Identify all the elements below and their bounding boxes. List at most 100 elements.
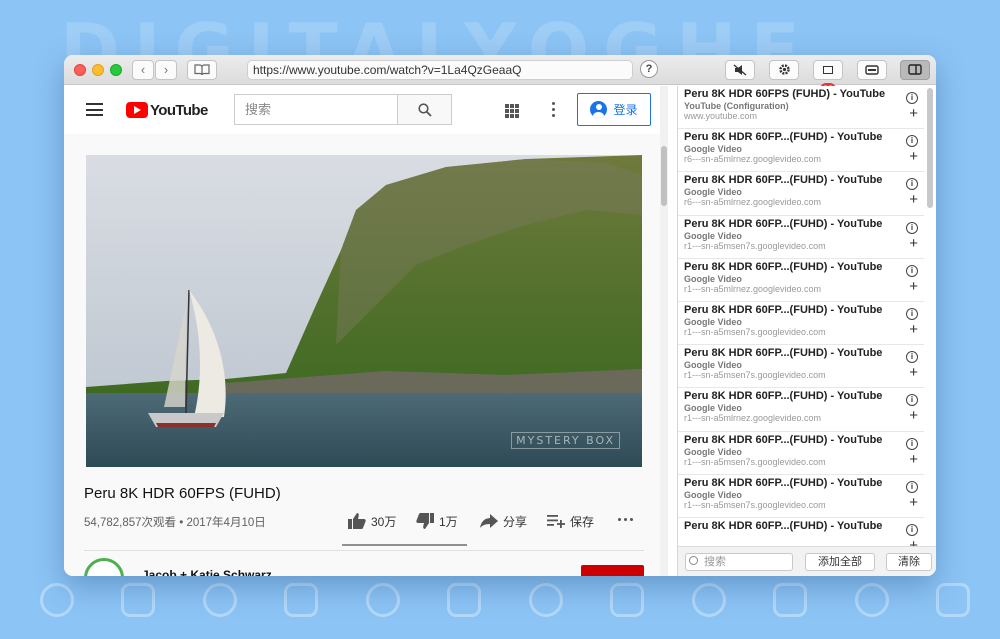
media-item-host: r1---sn-a5msen7s.googlevideo.com (684, 499, 826, 510)
subscribe-button[interactable] (581, 565, 644, 576)
save-playlist-icon (547, 515, 565, 528)
channel-avatar[interactable] (84, 558, 124, 576)
info-icon[interactable]: i (906, 221, 918, 234)
media-item-title: Peru 8K HDR 60FP...(FUHD) - YouTube (684, 519, 883, 532)
media-item-host: r1---sn-a5mlrnez.googlevideo.com (684, 413, 822, 424)
dislike-button[interactable]: 1万 (416, 510, 458, 532)
like-button[interactable]: 30万 (348, 510, 396, 532)
media-list-scrollbar[interactable] (925, 88, 935, 544)
reader-button[interactable] (187, 60, 217, 80)
add-icon[interactable]: + (909, 279, 918, 294)
add-icon[interactable]: + (909, 538, 918, 546)
media-item-source: Google Video (684, 446, 742, 457)
media-item-source: Google Video (684, 187, 742, 198)
media-list-item[interactable]: Peru 8K HDR 60FP...(FUHD) - YouTube Googl… (678, 129, 924, 173)
media-list[interactable]: Peru 8K HDR 60FPS (FUHD) - YouTube YouTub… (678, 86, 924, 546)
add-icon[interactable]: + (909, 365, 918, 380)
book-icon (194, 64, 210, 76)
save-button[interactable]: 保存 (547, 510, 594, 532)
search-icon (689, 556, 698, 565)
like-icon (348, 513, 366, 529)
settings-button[interactable] (769, 60, 799, 80)
dislike-count: 1万 (439, 514, 458, 529)
media-item-host: r1---sn-a5msen7s.googlevideo.com (684, 370, 826, 381)
add-icon[interactable]: + (909, 408, 918, 423)
minimize-window-button[interactable] (92, 64, 104, 76)
media-item-source: Google Video (684, 273, 742, 284)
add-icon[interactable]: + (909, 236, 918, 251)
add-icon[interactable]: + (909, 452, 918, 467)
background-decor-icons (40, 575, 970, 625)
page-scrollbar[interactable] (660, 86, 668, 576)
media-list-item[interactable]: Peru 8K HDR 60FP...(FUHD) - YouTube Googl… (678, 216, 924, 259)
media-item-title: Peru 8K HDR 60FPS (FUHD) - YouTube (684, 88, 886, 100)
window-button[interactable] (857, 60, 887, 80)
add-icon[interactable]: + (909, 149, 918, 164)
chevron-right-icon: › (163, 62, 169, 77)
media-item-source: Google Video (684, 230, 742, 241)
search-button[interactable] (397, 94, 452, 125)
media-panel: Peru 8K HDR 60FPS (FUHD) - YouTube YouTub… (677, 86, 936, 576)
search-icon (418, 103, 432, 117)
media-item-title: Peru 8K HDR 60FP...(FUHD) - YouTube (684, 217, 883, 230)
zoom-window-button[interactable] (110, 64, 122, 76)
sentiment-bar (342, 544, 467, 546)
media-list-item[interactable]: Peru 8K HDR 60FP...(FUHD) - YouTube Googl… (678, 432, 924, 475)
forward-button[interactable]: › (155, 60, 177, 80)
add-icon[interactable]: + (909, 322, 918, 337)
media-item-title: Peru 8K HDR 60FP...(FUHD) - YouTube (684, 390, 883, 403)
add-icon[interactable]: + (909, 106, 918, 121)
media-list-item[interactable]: Peru 8K HDR 60FP...(FUHD) - YouTube Googl… (678, 475, 924, 518)
share-button[interactable]: 分享 (480, 510, 527, 532)
close-window-button[interactable] (74, 64, 86, 76)
add-icon[interactable]: + (909, 192, 918, 207)
download-badge-icon (823, 66, 833, 74)
info-icon[interactable]: i (906, 307, 918, 320)
media-list-item[interactable]: Peru 8K HDR 60FP...(FUHD) - YouTube Googl… (678, 172, 924, 216)
share-label: 分享 (503, 514, 528, 529)
media-item-title: Peru 8K HDR 60FP...(FUHD) - YouTube (684, 433, 883, 446)
apps-grid-icon[interactable] (505, 104, 519, 118)
youtube-play-icon (126, 102, 148, 118)
info-icon[interactable]: i (906, 480, 918, 493)
info-icon[interactable]: i (906, 437, 918, 450)
menu-icon[interactable] (86, 103, 103, 116)
media-list-item[interactable]: Peru 8K HDR 60FP...(FUHD) - YouTube Googl… (678, 388, 924, 432)
media-list-item[interactable]: Peru 8K HDR 60FP...(FUHD) - YouTube Googl… (678, 259, 924, 302)
add-icon[interactable]: + (909, 495, 918, 510)
media-list-item[interactable]: Peru 8K HDR 60FP...(FUHD) - YouTube i + (678, 518, 924, 546)
info-icon[interactable]: i (906, 264, 918, 277)
more-icon[interactable] (552, 102, 556, 118)
media-list-item[interactable]: Peru 8K HDR 60FP...(FUHD) - YouTube Googl… (678, 302, 924, 346)
media-item-title: Peru 8K HDR 60FP...(FUHD) - YouTube (684, 174, 883, 187)
media-list-item[interactable]: Peru 8K HDR 60FP...(FUHD) - YouTube Googl… (678, 345, 924, 389)
downloads-button[interactable]: 22 (813, 60, 843, 95)
media-item-title: Peru 8K HDR 60FP...(FUHD) - YouTube (684, 476, 883, 489)
channel-name[interactable]: Jacob + Katie Schwarz (142, 568, 272, 576)
signin-button[interactable]: 登录 (577, 93, 651, 126)
more-actions-icon[interactable] (618, 518, 633, 521)
youtube-logo[interactable]: YouTube (126, 100, 208, 120)
window-icon (865, 65, 879, 75)
help-button[interactable]: ? (640, 60, 658, 78)
info-icon[interactable]: i (906, 92, 918, 104)
media-search-input[interactable]: 搜索 (685, 553, 793, 571)
sidebar-toggle-button[interactable] (900, 60, 930, 80)
back-button[interactable]: ‹ (132, 60, 154, 80)
chevron-left-icon: ‹ (140, 62, 146, 77)
search-input[interactable]: 搜索 (234, 94, 397, 125)
video-player[interactable]: MYSTERY BOX (86, 155, 642, 467)
mute-icon (733, 64, 747, 76)
add-all-button[interactable]: 添加全部 (805, 553, 875, 571)
video-meta: 54,782,857次观看 • 2017年4月10日 (84, 517, 266, 529)
media-item-host: r1---sn-a5mlrnez.googlevideo.com (684, 283, 822, 294)
clear-button[interactable]: 清除 (886, 553, 932, 571)
media-item-host: r1---sn-a5msen7s.googlevideo.com (684, 240, 826, 251)
address-bar[interactable]: https://www.youtube.com/watch?v=1La4QzGe… (247, 60, 633, 80)
media-item-title: Peru 8K HDR 60FP...(FUHD) - YouTube (684, 260, 883, 273)
media-list-item[interactable]: Peru 8K HDR 60FPS (FUHD) - YouTube YouTub… (678, 86, 924, 130)
media-item-source: Google Video (684, 489, 742, 500)
info-icon[interactable]: i (906, 523, 918, 536)
media-item-title: Peru 8K HDR 60FP...(FUHD) - YouTube (684, 131, 883, 144)
mute-button[interactable] (725, 60, 755, 80)
